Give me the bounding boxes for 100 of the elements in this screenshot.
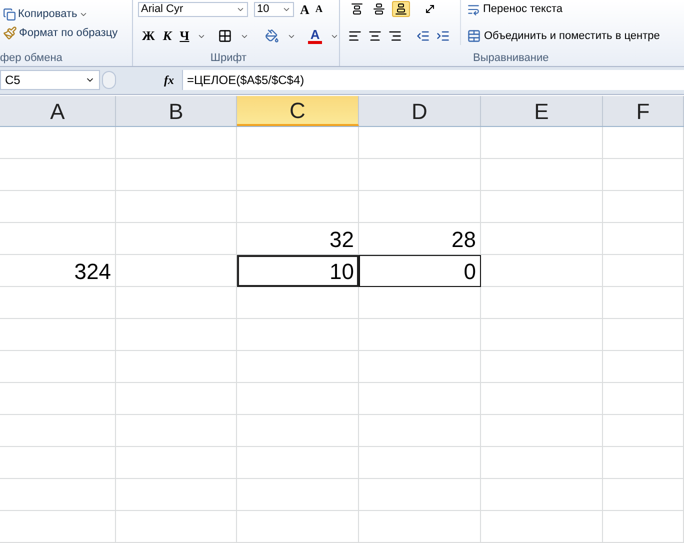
table-cell[interactable] (237, 351, 359, 383)
table-cell[interactable] (481, 127, 603, 159)
table-cell[interactable] (0, 351, 116, 383)
wrap-text-button[interactable]: Перенос текста (467, 1, 660, 17)
column-header[interactable]: F (603, 96, 684, 126)
font-color-button[interactable]: A (308, 28, 322, 44)
table-cell[interactable] (603, 351, 684, 383)
table-cell[interactable] (0, 383, 116, 415)
table-cell[interactable] (116, 287, 237, 319)
table-cell[interactable] (116, 319, 237, 351)
formula-field[interactable]: =ЦЕЛОЕ($A$5/$C$4) (182, 70, 684, 90)
table-cell[interactable] (359, 479, 481, 511)
align-center-icon[interactable] (368, 29, 382, 43)
table-cell[interactable] (603, 159, 684, 191)
shrink-font-button[interactable]: A (315, 4, 323, 14)
italic-button[interactable]: К (162, 26, 172, 46)
table-cell[interactable] (116, 351, 237, 383)
table-cell[interactable] (359, 191, 481, 223)
table-cell[interactable] (0, 479, 116, 511)
table-cell[interactable] (359, 159, 481, 191)
grow-font-button[interactable]: A (300, 3, 310, 16)
table-cell[interactable] (116, 511, 237, 543)
copy-button[interactable]: Копировать (3, 6, 132, 22)
table-cell[interactable] (359, 447, 481, 479)
column-header[interactable]: A (0, 96, 116, 126)
table-cell[interactable] (237, 479, 359, 511)
table-cell[interactable]: 32 (237, 223, 359, 255)
table-cell[interactable] (359, 383, 481, 415)
table-cell[interactable] (0, 415, 116, 447)
table-cell[interactable] (116, 383, 237, 415)
table-cell[interactable] (603, 447, 684, 479)
table-cell[interactable] (359, 287, 481, 319)
table-cell[interactable] (0, 319, 116, 351)
table-cell[interactable] (481, 447, 603, 479)
table-cell[interactable] (116, 415, 237, 447)
table-cell[interactable] (481, 383, 603, 415)
table-cell[interactable] (481, 191, 603, 223)
table-cell[interactable] (603, 511, 684, 543)
column-header[interactable]: C (237, 96, 359, 126)
table-cell[interactable] (603, 127, 684, 159)
table-cell[interactable] (237, 191, 359, 223)
table-cell[interactable] (359, 127, 481, 159)
table-cell[interactable] (603, 191, 684, 223)
table-cell[interactable] (359, 319, 481, 351)
table-cell[interactable] (603, 319, 684, 351)
column-header[interactable]: E (481, 96, 603, 126)
table-cell[interactable] (116, 159, 237, 191)
bold-button[interactable]: Ж (142, 26, 155, 46)
align-right-icon[interactable] (388, 29, 402, 43)
table-cell[interactable]: 28 (359, 223, 481, 255)
table-cell[interactable] (481, 319, 603, 351)
table-cell[interactable] (0, 191, 116, 223)
increase-indent-icon[interactable] (436, 29, 450, 43)
caret-icon[interactable] (282, 5, 291, 14)
table-cell[interactable] (0, 287, 116, 319)
table-cell[interactable] (0, 159, 116, 191)
decrease-indent-icon[interactable] (416, 29, 430, 43)
table-cell[interactable] (481, 287, 603, 319)
column-header[interactable]: B (116, 96, 237, 126)
format-painter-button[interactable]: Формат по образцу (3, 25, 132, 41)
font-size-field[interactable]: 10 (254, 2, 294, 17)
paint-bucket-icon[interactable] (265, 29, 280, 43)
table-cell[interactable] (359, 351, 481, 383)
table-cell[interactable] (481, 479, 603, 511)
table-cell[interactable]: 0 (359, 255, 481, 287)
table-cell[interactable] (237, 511, 359, 543)
table-cell[interactable] (603, 287, 684, 319)
table-cell[interactable] (0, 447, 116, 479)
table-cell[interactable] (237, 287, 359, 319)
borders-icon[interactable] (218, 29, 232, 43)
table-cell[interactable]: 10 (237, 255, 359, 287)
align-left-icon[interactable] (348, 29, 362, 43)
merge-center-button[interactable]: Объединить и поместить в центре (467, 28, 660, 44)
table-cell[interactable] (603, 223, 684, 255)
table-cell[interactable] (116, 447, 237, 479)
table-cell[interactable] (237, 383, 359, 415)
table-cell[interactable] (116, 223, 237, 255)
table-cell[interactable] (237, 159, 359, 191)
table-cell[interactable] (116, 191, 237, 223)
formula-bar-handle[interactable] (102, 71, 116, 90)
table-cell[interactable] (481, 223, 603, 255)
table-cell[interactable] (603, 415, 684, 447)
vertical-align-button[interactable] (392, 1, 410, 17)
table-cell[interactable] (481, 415, 603, 447)
table-cell[interactable] (481, 511, 603, 543)
font-name-field[interactable]: Arial Cyr (138, 2, 248, 17)
underline-button[interactable]: Ч (180, 26, 190, 46)
table-cell[interactable] (237, 415, 359, 447)
table-cell[interactable] (0, 223, 116, 255)
table-cell[interactable] (481, 255, 603, 287)
table-cell[interactable] (237, 447, 359, 479)
caret-icon[interactable] (236, 5, 245, 14)
table-cell[interactable] (603, 383, 684, 415)
table-cell[interactable] (359, 415, 481, 447)
diagonal-arrow-icon[interactable] (424, 3, 436, 15)
table-cell[interactable] (0, 127, 116, 159)
table-cell[interactable] (116, 127, 237, 159)
insert-function-button[interactable]: fx (164, 71, 174, 90)
table-cell[interactable] (116, 479, 237, 511)
table-cell[interactable] (481, 159, 603, 191)
